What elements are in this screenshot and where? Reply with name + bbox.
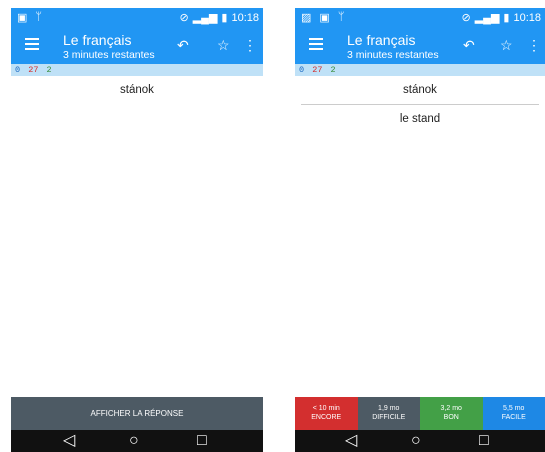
hard-button[interactable]: 1,9 mo DIFFICILE	[357, 397, 420, 430]
undo-icon[interactable]: ↶	[177, 38, 189, 52]
home-icon[interactable]: ○	[411, 432, 421, 450]
status-bar: ▣ ᛘ ⊘ ▂▄▆ ▮ 10:18	[11, 8, 263, 29]
review-count: 2	[330, 65, 336, 75]
back-icon[interactable]: ◁	[63, 432, 75, 450]
card-counts: 0 27 2	[11, 64, 263, 76]
phone-answer-screen: ▨ ▣ ᛘ ⊘ ▂▄▆ ▮ 10:18 Le français 3 minute…	[295, 8, 545, 452]
battery-icon: ▮	[503, 12, 510, 24]
good-interval: 3,2 mo	[440, 405, 462, 412]
easy-button[interactable]: 5,5 mo FACILE	[482, 397, 545, 430]
recent-apps-icon[interactable]: □	[479, 432, 489, 450]
card-area[interactable]: stánok	[11, 76, 263, 452]
card-front-text: stánok	[403, 84, 437, 96]
image-icon: ▨	[301, 12, 312, 24]
usb-icon: ᛘ	[337, 11, 345, 23]
hard-interval: 1,9 mo	[378, 405, 400, 412]
star-icon[interactable]: ☆	[217, 38, 230, 52]
do-not-disturb-icon: ⊘	[179, 12, 189, 24]
new-count: 0	[299, 65, 305, 75]
learning-count: 27	[312, 65, 323, 75]
notification-icon: ▣	[319, 12, 330, 24]
new-count: 0	[15, 65, 21, 75]
signal-icon: ▂▄▆	[474, 12, 500, 24]
time-remaining: 3 minutes restantes	[63, 49, 155, 61]
recent-apps-icon[interactable]: □	[197, 432, 207, 450]
battery-icon: ▮	[221, 12, 228, 24]
show-answer-button[interactable]: AFFICHER LA RÉPONSE	[11, 397, 263, 430]
time-remaining: 3 minutes restantes	[347, 49, 439, 61]
undo-icon[interactable]: ↶	[463, 38, 475, 52]
overflow-icon[interactable]: ⋮	[527, 38, 541, 52]
app-bar: Le français 3 minutes restantes ↶ ☆ ⋮	[295, 29, 545, 64]
home-icon[interactable]: ○	[129, 432, 139, 450]
status-bar: ▨ ▣ ᛘ ⊘ ▂▄▆ ▮ 10:18	[295, 8, 545, 29]
navigation-bar: ◁ ○ □	[295, 430, 545, 452]
card-divider	[301, 104, 539, 105]
back-icon[interactable]: ◁	[345, 432, 357, 450]
star-icon[interactable]: ☆	[500, 38, 513, 52]
deck-title: Le français	[347, 32, 416, 48]
phone-question-screen: ▣ ᛘ ⊘ ▂▄▆ ▮ 10:18 Le français 3 minutes …	[11, 8, 263, 452]
do-not-disturb-icon: ⊘	[461, 12, 471, 24]
again-button[interactable]: < 10 min ENCORE	[295, 397, 358, 430]
overflow-icon[interactable]: ⋮	[243, 38, 257, 52]
again-interval: < 10 min	[312, 405, 340, 412]
hard-label: DIFFICILE	[372, 414, 406, 421]
clock: 10:18	[513, 11, 541, 24]
hamburger-icon[interactable]	[25, 38, 39, 50]
answer-buttons: < 10 min ENCORE 1,9 mo DIFFICILE 3,2 mo …	[295, 397, 545, 430]
learning-count: 27	[28, 65, 39, 75]
good-button[interactable]: 3,2 mo BON	[420, 397, 483, 430]
card-counts: 0 27 2	[295, 64, 545, 76]
app-bar: Le français 3 minutes restantes ↶ ☆ ⋮	[11, 29, 263, 64]
navigation-bar: ◁ ○ □	[11, 430, 263, 452]
notification-icon: ▣	[17, 12, 28, 24]
clock: 10:18	[231, 11, 259, 24]
card-back-text: le stand	[399, 113, 441, 125]
easy-interval: 5,5 mo	[503, 405, 525, 412]
review-count: 2	[46, 65, 52, 75]
again-label: ENCORE	[311, 414, 342, 421]
signal-icon: ▂▄▆	[192, 12, 218, 24]
usb-icon: ᛘ	[35, 11, 43, 23]
hamburger-icon[interactable]	[309, 38, 323, 50]
card-front-text: stánok	[120, 84, 154, 96]
easy-label: FACILE	[501, 414, 526, 421]
deck-title: Le français	[63, 32, 132, 48]
good-label: BON	[443, 414, 459, 421]
card-area: stánok le stand	[295, 76, 545, 452]
